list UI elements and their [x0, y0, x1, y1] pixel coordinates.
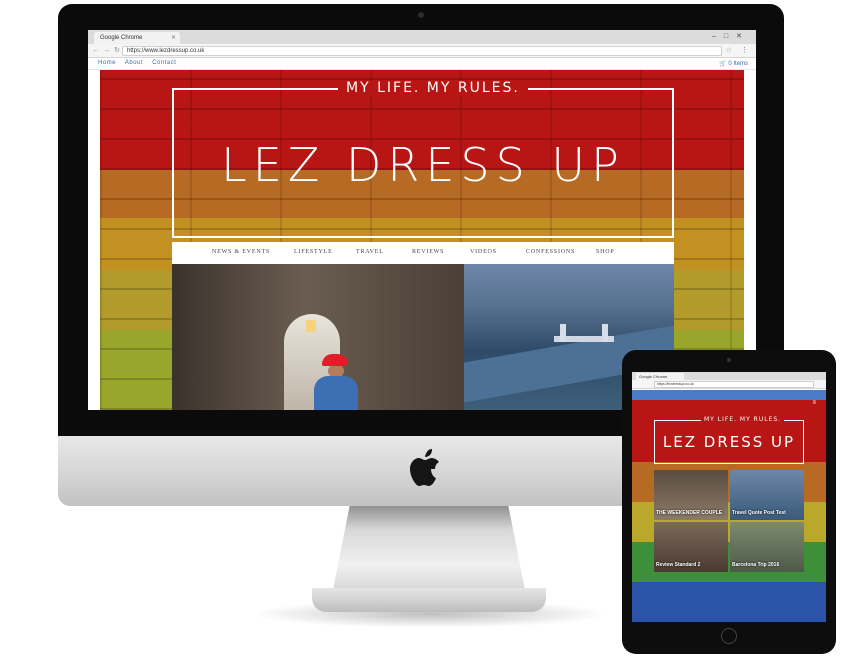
tablet-tabbar: Google Chrome [632, 372, 826, 380]
bridge-tower [560, 324, 566, 342]
tablet-tagline: MY LIFE. MY RULES. [701, 416, 785, 423]
menu-item-shop[interactable]: SHOP [596, 249, 615, 255]
home-button-icon[interactable] [721, 628, 737, 644]
browser-tabbar: Google Chrome ✕ –□✕ [88, 30, 756, 44]
red-hat [322, 354, 348, 366]
nav-buttons-icon[interactable]: ←→↻ [92, 46, 124, 54]
window-controls[interactable]: –□✕ [712, 32, 750, 40]
star-icon[interactable]: ☆ [726, 46, 732, 54]
alley-photo[interactable] [172, 264, 464, 410]
brick-band [632, 582, 826, 622]
tablet-menu-icon[interactable]: ≡ [812, 400, 816, 406]
post-caption: Travel Quote Post Test [732, 510, 786, 516]
post-card[interactable]: THE WEEKENDER COUPLE [654, 470, 728, 520]
tablet-site-title[interactable]: LEZ DRESS UP [655, 433, 803, 451]
tablet-address-bar: https://lezdressup.co.uk [632, 380, 826, 389]
browser-tab[interactable]: Google Chrome ✕ [94, 32, 180, 44]
tablet-screen: Google Chrome https://lezdressup.co.uk ≡… [632, 372, 826, 622]
tablet-url-input[interactable]: https://lezdressup.co.uk [654, 381, 814, 388]
tablet-tab[interactable]: Google Chrome [636, 373, 684, 380]
imac-foot [312, 588, 546, 612]
device-mockup: Google Chrome ✕ –□✕ ←→↻ https://www.lezd… [0, 0, 858, 661]
apple-logo-icon [410, 449, 439, 486]
camera-icon [418, 12, 424, 18]
nav-link-contact[interactable]: Contact [152, 60, 176, 66]
nav-link-home[interactable]: Home [98, 60, 116, 66]
post-card[interactable]: Review Standard 2 [654, 522, 728, 572]
site-topbar: Home About Contact 🛒 0 Items [88, 58, 756, 70]
site-links: Home About Contact [98, 60, 183, 66]
menu-item-lifestyle[interactable]: LIFESTYLE [294, 249, 333, 255]
menu-item-confessions[interactable]: CONFESSIONS [526, 249, 575, 255]
post-caption: Barcelona Trip 2016 [732, 562, 780, 568]
tablet-site: ≡ MY LIFE. MY RULES. LEZ DRESS UP THE WE… [632, 390, 826, 622]
ipad-camera-icon [727, 358, 731, 362]
person-body [314, 376, 358, 410]
title-frame: MY LIFE. MY RULES. LEZ DRESS UP [172, 80, 674, 238]
menu-item-travel[interactable]: TRAVEL [356, 249, 384, 255]
tab-title: Google Chrome [100, 35, 143, 41]
bridge-tower [602, 324, 608, 342]
menu-dots-icon[interactable]: ⋮ [741, 46, 748, 54]
lamp-shape [306, 320, 316, 332]
url-input[interactable]: https://www.lezdressup.co.uk [122, 46, 722, 56]
post-card[interactable]: Barcelona Trip 2016 [730, 522, 804, 572]
main-menu: NEWS & EVENTS LIFESTYLE TRAVEL REVIEWS V… [172, 242, 674, 264]
nav-link-about[interactable]: About [125, 60, 143, 66]
tablet-title-frame: MY LIFE. MY RULES. LEZ DRESS UP [654, 416, 804, 464]
close-tab-icon[interactable]: ✕ [171, 34, 176, 41]
menu-item-reviews[interactable]: REVIEWS [412, 249, 444, 255]
post-caption: Review Standard 2 [656, 562, 701, 568]
menu-item-news[interactable]: NEWS & EVENTS [212, 249, 270, 255]
cart-icon: 🛒 [719, 61, 727, 67]
cart-count: 0 Items [728, 61, 748, 67]
address-bar: ←→↻ https://www.lezdressup.co.uk ☆ ⋮ [88, 44, 756, 58]
post-card[interactable]: Travel Quote Post Test [730, 470, 804, 520]
site-tagline: MY LIFE. MY RULES. [338, 80, 528, 96]
cart-link[interactable]: 🛒 0 Items [719, 60, 748, 67]
site-title[interactable]: LEZ DRESS UP [174, 138, 672, 192]
post-caption: THE WEEKENDER COUPLE [656, 510, 723, 516]
menu-item-videos[interactable]: VIDEOS [470, 249, 497, 255]
